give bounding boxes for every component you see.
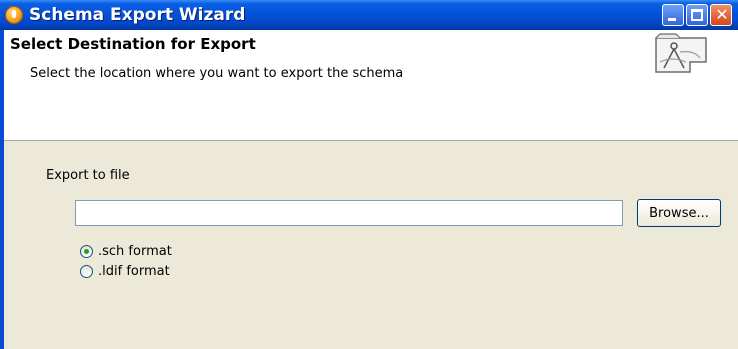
close-button[interactable]: ✕ [710,4,732,26]
radio-sch-format[interactable]: .sch format [80,242,172,260]
minimize-button[interactable] [662,4,684,26]
page-title: Select Destination for Export [10,35,256,53]
wizard-window: Schema Export Wizard ✕ Select Destinatio… [0,0,738,349]
export-file-path-input[interactable] [75,200,623,226]
radio-button-selected[interactable] [80,244,93,258]
page-description: Select the location where you want to ex… [30,66,404,81]
radio-ldif-format[interactable]: .ldif format [80,262,170,280]
close-icon: ✕ [715,5,729,24]
radio-sch-format-label: .sch format [98,243,172,259]
title-bar[interactable]: Schema Export Wizard ✕ [0,0,738,30]
maximize-icon [691,9,703,21]
minimize-icon [668,18,676,21]
radio-button-unselected[interactable] [80,264,93,278]
wizard-compass-icon [655,33,707,73]
maximize-button[interactable] [686,4,708,26]
radio-ldif-format-label: .ldif format [98,263,170,279]
export-to-file-label: Export to file [46,168,130,183]
window-title: Schema Export Wizard [29,5,246,25]
app-icon [5,6,23,24]
browse-button[interactable]: Browse... [637,199,721,227]
